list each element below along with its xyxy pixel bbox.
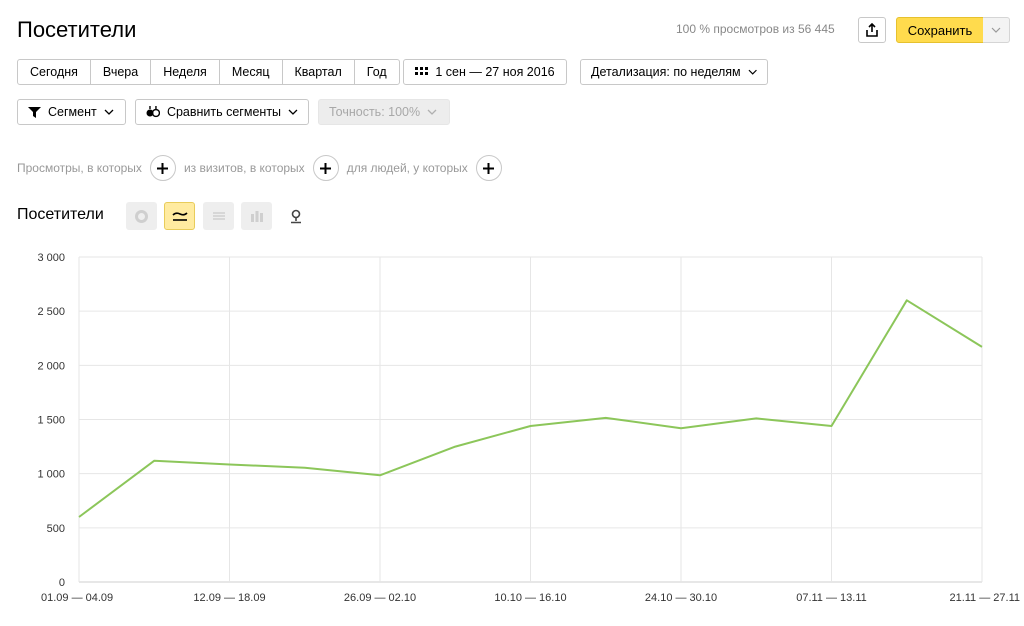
bar-chart-icon — [250, 211, 263, 222]
date-range-label: 1 сен — 27 ноя 2016 — [435, 65, 555, 79]
visitors-line-chart: 0 500 1 000 1 500 2 000 2 500 3 000 01.09 — 04… — [37, 252, 1020, 604]
filter-people-label: для людей, у которых — [346, 161, 468, 175]
y-tick-label: 1 000 — [37, 469, 65, 481]
filter-visits-label: из визитов, в которых — [183, 161, 305, 175]
x-tick-label: 21.11 — 27.11 — [949, 592, 1020, 604]
x-tick-label: 24.10 — 30.10 — [645, 592, 717, 604]
funnel-icon — [28, 106, 41, 118]
share-button[interactable] — [858, 17, 886, 43]
data-point[interactable] — [529, 424, 533, 428]
chevron-down-icon — [748, 69, 757, 75]
views-sampling-info[interactable]: 100 % просмотров из 56 445 — [676, 22, 835, 36]
page-title: Посетители — [17, 17, 137, 42]
plus-icon — [157, 162, 169, 174]
chevron-down-icon — [991, 27, 1001, 33]
y-tick-label: 0 — [59, 577, 65, 589]
chevron-down-icon — [104, 109, 114, 115]
share-icon — [866, 23, 878, 37]
calendar-icon — [415, 67, 429, 75]
data-point[interactable] — [980, 345, 984, 349]
save-button[interactable]: Сохранить — [896, 17, 984, 43]
y-tick-label: 2 000 — [37, 360, 65, 372]
compare-segments-button[interactable]: Сравнить сегменты — [135, 99, 309, 125]
compare-icon — [146, 106, 160, 118]
y-tick-label: 1 500 — [37, 415, 65, 427]
date-range-button[interactable]: 1 сен — 27 ноя 2016 — [403, 59, 567, 85]
data-point[interactable] — [830, 424, 834, 428]
period-week[interactable]: Неделя — [151, 60, 220, 84]
accuracy-dropdown[interactable]: Точность: 100% — [318, 99, 450, 125]
view-bar-button[interactable] — [241, 202, 272, 230]
filter-views-label: Просмотры, в которых — [17, 161, 142, 175]
chevron-down-icon — [427, 109, 437, 115]
x-tick-label: 01.09 — 04.09 — [41, 592, 113, 604]
data-point[interactable] — [679, 426, 683, 430]
period-month[interactable]: Месяц — [220, 60, 283, 84]
line-chart-icon — [171, 212, 188, 221]
chevron-down-icon — [288, 109, 298, 115]
pie-chart-icon — [135, 209, 148, 223]
data-point[interactable] — [754, 416, 758, 420]
data-point[interactable] — [378, 473, 382, 477]
segment-label: Сегмент — [48, 105, 97, 119]
chart-section-title: Посетители — [17, 206, 104, 223]
detail-label: Детализация: по неделям — [591, 65, 741, 79]
period-year[interactable]: Год — [355, 60, 399, 84]
area-chart-icon — [212, 212, 225, 220]
data-point[interactable] — [604, 416, 608, 420]
y-tick-label: 3 000 — [37, 252, 65, 264]
y-tick-label: 2 500 — [37, 306, 65, 318]
data-point[interactable] — [77, 515, 81, 519]
data-point[interactable] — [228, 462, 232, 466]
view-area-button[interactable] — [203, 202, 234, 230]
map-pin-icon — [290, 209, 301, 223]
segment-button[interactable]: Сегмент — [17, 99, 126, 125]
plus-icon — [320, 162, 332, 174]
detail-dropdown[interactable]: Детализация: по неделям — [580, 59, 768, 85]
period-selector: Сегодня Вчера Неделя Месяц Квартал Год — [17, 59, 400, 85]
data-point[interactable] — [905, 298, 909, 302]
view-line-button[interactable] — [164, 202, 195, 230]
y-tick-label: 500 — [47, 523, 65, 535]
add-views-condition-button[interactable] — [149, 155, 176, 181]
save-dropdown-button[interactable] — [983, 17, 1010, 43]
period-today[interactable]: Сегодня — [18, 60, 91, 84]
view-map-button[interactable] — [280, 202, 311, 230]
period-yesterday[interactable]: Вчера — [91, 60, 152, 84]
x-tick-label: 07.11 — 13.11 — [796, 592, 867, 604]
plus-icon — [483, 162, 495, 174]
data-point[interactable] — [152, 459, 156, 463]
add-people-condition-button[interactable] — [475, 155, 502, 181]
data-point[interactable] — [303, 466, 307, 470]
x-tick-label: 12.09 — 18.09 — [193, 592, 265, 604]
filter-builder: Просмотры, в которых из визитов, в котор… — [17, 155, 510, 181]
view-pie-button[interactable] — [126, 202, 157, 230]
x-tick-label: 26.09 — 02.10 — [344, 592, 416, 604]
add-visits-condition-button[interactable] — [312, 155, 339, 181]
compare-label: Сравнить сегменты — [166, 105, 282, 119]
accuracy-label: Точность: 100% — [329, 105, 421, 119]
data-point[interactable] — [453, 445, 457, 449]
x-tick-label: 10.10 — 16.10 — [494, 592, 566, 604]
period-quarter[interactable]: Квартал — [283, 60, 355, 84]
